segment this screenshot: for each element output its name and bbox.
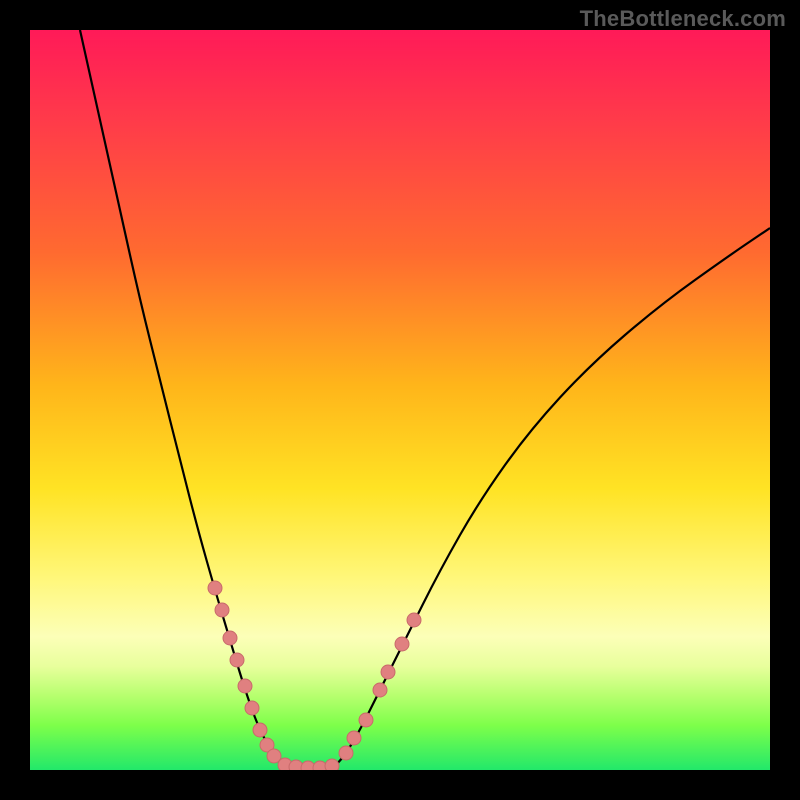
dot-cluster-left [208, 581, 281, 763]
curve-svg [30, 30, 770, 770]
watermark-text: TheBottleneck.com [580, 6, 786, 32]
dot-cluster-floor [278, 758, 339, 770]
bottleneck-curve [80, 30, 770, 768]
data-dot [381, 665, 395, 679]
data-dot [238, 679, 252, 693]
data-dot [253, 723, 267, 737]
data-dot [347, 731, 361, 745]
data-dot [373, 683, 387, 697]
data-dot [395, 637, 409, 651]
data-dot [359, 713, 373, 727]
data-dot [208, 581, 222, 595]
data-dot [407, 613, 421, 627]
data-dot [223, 631, 237, 645]
data-dot [230, 653, 244, 667]
data-dot [245, 701, 259, 715]
data-dot [325, 759, 339, 770]
data-dot [339, 746, 353, 760]
chart-frame: TheBottleneck.com [0, 0, 800, 800]
data-dot [215, 603, 229, 617]
plot-area [30, 30, 770, 770]
